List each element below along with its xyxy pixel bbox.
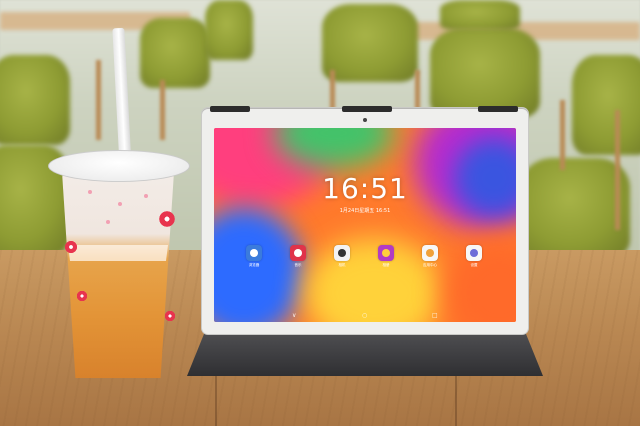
case-clip	[342, 106, 392, 112]
chair-leg	[160, 80, 165, 140]
flower-decal	[76, 290, 88, 302]
iced-drink-cup	[48, 27, 190, 382]
app-label: 音乐	[294, 263, 302, 267]
front-camera	[363, 118, 367, 122]
app-label: 设置	[470, 263, 478, 267]
nav-back-button[interactable]: ∨	[292, 312, 296, 319]
app-music[interactable]: 音乐	[288, 245, 308, 268]
app-camera[interactable]: 相机	[332, 245, 352, 268]
cup-lid	[48, 150, 190, 182]
chair-leg	[615, 110, 620, 230]
app-gallery[interactable]: 相册	[376, 245, 396, 268]
background-chair	[205, 0, 253, 60]
lock-clock: 16:51	[322, 172, 408, 205]
background-chair	[572, 55, 640, 155]
gallery-icon	[378, 245, 394, 261]
tablet-home-screen: 16:51 1月24日星期五 16:51 浏览器 音乐 相机 相册 应用中心 设…	[214, 128, 516, 322]
flower-decal	[64, 240, 78, 254]
app-label: 相机	[338, 263, 346, 267]
app-store[interactable]: 应用中心	[420, 245, 440, 268]
music-icon	[290, 245, 306, 261]
app-label: 相册	[382, 263, 390, 267]
background-chair	[430, 28, 540, 118]
nav-recents-button[interactable]: □	[432, 312, 438, 319]
case-clip	[210, 106, 250, 112]
chair-leg	[415, 70, 420, 110]
pattern-dot	[88, 190, 92, 194]
background-chair	[322, 4, 418, 82]
background-chair	[140, 18, 210, 88]
pattern-dot	[118, 202, 122, 206]
cup-ice	[68, 245, 168, 261]
app-settings[interactable]: 设置	[464, 245, 484, 268]
settings-icon	[466, 245, 482, 261]
app-dock: 浏览器 音乐 相机 相册 应用中心 设置	[244, 245, 494, 275]
background-chair	[0, 55, 70, 145]
tablet-case-stand	[187, 332, 543, 376]
foreground-chair	[520, 158, 630, 258]
camera-icon	[334, 245, 350, 261]
pattern-dot	[144, 194, 148, 198]
app-label: 应用中心	[423, 263, 437, 267]
navigation-bar: ∨ ○ □	[214, 310, 516, 322]
app-label: 浏览器	[248, 263, 260, 267]
browser-icon	[246, 245, 262, 261]
pattern-dot	[106, 220, 110, 224]
chair-leg	[330, 70, 335, 110]
background-chair	[440, 0, 520, 30]
cafe-photo-scene: 16:51 1月24日星期五 16:51 浏览器 音乐 相机 相册 应用中心 设…	[0, 0, 640, 426]
app-store-icon	[422, 245, 438, 261]
lock-date: 1月24日星期五 16:51	[339, 208, 391, 214]
tablet-device: 16:51 1月24日星期五 16:51 浏览器 音乐 相机 相册 应用中心 设…	[202, 106, 528, 334]
flower-decal	[158, 210, 176, 228]
app-browser[interactable]: 浏览器	[244, 245, 264, 268]
nav-home-button[interactable]: ○	[362, 312, 367, 319]
chair-leg	[96, 60, 101, 140]
case-clip	[478, 106, 518, 112]
flower-decal	[164, 310, 176, 322]
chair-leg	[560, 100, 565, 170]
